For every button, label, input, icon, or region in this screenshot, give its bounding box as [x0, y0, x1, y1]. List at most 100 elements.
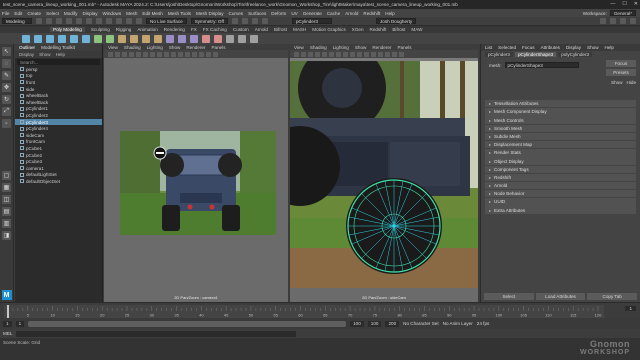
- viewport-menu-shading[interactable]: Shading: [310, 45, 327, 50]
- snap-grid-icon[interactable]: [116, 18, 122, 24]
- menu-item[interactable]: Generate: [303, 11, 322, 16]
- grid-toggle-icon[interactable]: [315, 51, 320, 57]
- shelf-tab[interactable]: Arnold: [255, 27, 268, 32]
- xray-icon[interactable]: [399, 51, 404, 57]
- ae-show-button[interactable]: Show: [611, 80, 623, 85]
- viewport-menu-panels[interactable]: Panels: [397, 45, 411, 50]
- fps-dropdown[interactable]: 24 fps: [477, 321, 490, 326]
- playback-end-field[interactable]: 100: [350, 320, 364, 327]
- attribute-editor-icon[interactable]: [610, 18, 616, 24]
- outliner-item[interactable]: side: [15, 86, 102, 93]
- bridge-shelf-icon[interactable]: [130, 34, 138, 43]
- ae-node-tab-shape[interactable]: pCylinderShape3: [514, 52, 557, 57]
- tool-settings-icon[interactable]: [620, 18, 626, 24]
- outliner-menu-show[interactable]: Show: [39, 52, 51, 57]
- menu-item[interactable]: Curves: [229, 11, 244, 16]
- viewport-menu-shading[interactable]: Shading: [124, 45, 141, 50]
- last-tool-icon[interactable]: ▫: [2, 119, 11, 128]
- target-weld-shelf-icon[interactable]: [178, 34, 186, 43]
- workspace-dropdown[interactable]: General*: [609, 10, 636, 16]
- save-scene-icon[interactable]: [56, 18, 62, 24]
- isolate-select-icon[interactable]: [392, 51, 397, 57]
- menu-item[interactable]: Edit: [14, 11, 22, 16]
- bookmark-icon[interactable]: [301, 51, 306, 57]
- ae-section-header[interactable]: Mesh Component Display: [485, 108, 636, 116]
- viewport-camera1[interactable]: View Shading Lighting Show Renderer Pane…: [104, 44, 288, 302]
- extrude-shelf-icon[interactable]: [118, 34, 126, 43]
- xray-icon[interactable]: [213, 51, 218, 57]
- anim-end-field[interactable]: 200: [385, 320, 400, 327]
- wireframe-icon[interactable]: [171, 51, 176, 57]
- current-frame-field[interactable]: 1: [625, 306, 636, 311]
- shelf-tab[interactable]: XGen: [352, 27, 364, 32]
- combine-shelf-icon[interactable]: [94, 34, 102, 43]
- menu-item[interactable]: Windows: [103, 11, 122, 16]
- outliner-item[interactable]: pCube2: [15, 152, 102, 159]
- outliner-item[interactable]: pCylinder4: [15, 125, 102, 132]
- no-anim-layer-dropdown[interactable]: No Anim Layer: [443, 321, 473, 326]
- time-slider[interactable]: 5 10 15 20 25 30 35 40 45 50 55 60 65 70 75 80 85 90 95 100…: [0, 302, 640, 318]
- live-surface-dropdown[interactable]: No Live Surface: [146, 18, 187, 24]
- ae-section-header[interactable]: Extra Attributes: [485, 206, 636, 214]
- range-slider-bar[interactable]: [28, 320, 347, 327]
- scene-start-field[interactable]: 1: [3, 320, 12, 327]
- viewport-menu-show[interactable]: Show: [169, 45, 181, 50]
- cone-shelf-icon[interactable]: [58, 34, 66, 43]
- shelf-tab[interactable]: Rigging: [116, 27, 132, 32]
- minimize-button[interactable]: —: [610, 1, 615, 7]
- render-settings-icon[interactable]: [251, 18, 258, 24]
- scale-tool-icon[interactable]: ⤢: [2, 107, 11, 116]
- camera-attributes-icon[interactable]: [108, 51, 113, 57]
- outliner-menu-help[interactable]: Help: [56, 52, 65, 57]
- image-plane-icon[interactable]: [122, 51, 127, 57]
- fill-hole-shelf-icon[interactable]: [154, 34, 162, 43]
- image-plane-icon[interactable]: [308, 51, 313, 57]
- field-chart-icon[interactable]: [343, 51, 348, 57]
- menu-item[interactable]: Mesh: [126, 11, 137, 16]
- plane-shelf-icon[interactable]: [82, 34, 90, 43]
- four-pane-layout-icon[interactable]: ▦: [2, 183, 11, 192]
- menu-item[interactable]: File: [2, 11, 9, 16]
- graph-layout-icon[interactable]: ▥: [2, 219, 11, 228]
- ae-section-header[interactable]: Arnold: [485, 181, 636, 190]
- menu-item[interactable]: Modify: [64, 11, 78, 16]
- mirror-shelf-icon[interactable]: [202, 34, 210, 43]
- symmetry-dropdown[interactable]: Symmetry: Off: [190, 18, 228, 24]
- outliner-item[interactable]: pCylinder1: [15, 106, 102, 113]
- render-icon[interactable]: [231, 18, 238, 24]
- select-component-icon[interactable]: [106, 18, 112, 24]
- film-gate-icon[interactable]: [136, 51, 141, 57]
- bevel-shelf-icon[interactable]: [142, 34, 150, 43]
- ae-section-header[interactable]: Smooth Mesh: [485, 124, 636, 132]
- redo-icon[interactable]: [76, 18, 82, 24]
- ae-menu-show[interactable]: Show: [587, 45, 599, 50]
- ae-section-header[interactable]: Displacement Map: [485, 140, 636, 149]
- ae-section-header[interactable]: Render Stats: [485, 149, 636, 157]
- outliner-item[interactable]: wheelBack: [15, 99, 102, 106]
- menu-item[interactable]: Create: [27, 11, 41, 16]
- close-button[interactable]: ✕: [634, 1, 638, 7]
- outliner-layout-icon[interactable]: ▤: [2, 207, 11, 216]
- ae-copy-tab-button[interactable]: Copy Tab: [587, 293, 638, 300]
- safe-action-icon[interactable]: [350, 51, 355, 57]
- camera-attributes-icon[interactable]: [294, 51, 299, 57]
- resolution-gate-icon[interactable]: [329, 51, 334, 57]
- menu-item[interactable]: Cache: [327, 11, 340, 16]
- viewport-menu-renderer[interactable]: Renderer: [372, 45, 391, 50]
- viewport-menu-show[interactable]: Show: [355, 45, 367, 50]
- outliner-item[interactable]: pCube1: [15, 145, 102, 152]
- ae-section-header[interactable]: Object Display: [485, 157, 636, 165]
- ae-select-button[interactable]: Select: [484, 293, 534, 300]
- select-tool-icon[interactable]: ↖: [2, 47, 11, 56]
- lights-icon[interactable]: [378, 51, 383, 57]
- smooth-shelf-icon[interactable]: [190, 34, 198, 43]
- cylinder-shelf-icon[interactable]: [46, 34, 54, 43]
- shelf-tab[interactable]: Rendering: [164, 27, 185, 32]
- outliner-item[interactable]: camera1: [15, 165, 102, 172]
- outliner-search-input[interactable]: Search...: [17, 59, 100, 65]
- gate-mask-icon[interactable]: [336, 51, 341, 57]
- menu-item[interactable]: Select: [46, 11, 59, 16]
- new-scene-icon[interactable]: [36, 18, 42, 24]
- ae-focus-button[interactable]: Focus: [606, 60, 636, 67]
- shelf-tab[interactable]: Redshift: [370, 27, 387, 32]
